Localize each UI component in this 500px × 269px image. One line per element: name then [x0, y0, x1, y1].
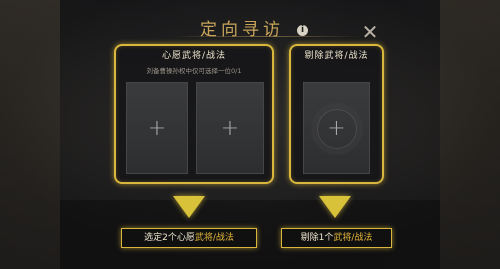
plus-icon: +: [147, 115, 167, 141]
wish-caption-highlight: 武将/战法: [194, 233, 234, 243]
exclude-caption: 剔除1个武将/战法: [281, 228, 392, 248]
exclude-caption-highlight: 武将/战法: [333, 233, 373, 243]
arrow-down-icon: [173, 196, 205, 218]
exclude-panel: 剔除武将/战法 +: [289, 44, 384, 184]
wish-slot-1[interactable]: +: [126, 82, 188, 174]
wish-caption: 选定2个心愿武将/战法: [121, 228, 257, 248]
wish-panel: 心愿武将/战法 刘备曹操孙权中仅可选择一位0/1 + +: [114, 44, 274, 184]
plus-icon: +: [220, 115, 240, 141]
background-left: [0, 0, 60, 269]
close-icon[interactable]: ✕: [360, 22, 380, 42]
background-right: [440, 0, 500, 269]
plus-icon: +: [327, 115, 346, 141]
dialog-title: 定向寻访: [200, 20, 284, 40]
arrow-down-icon: [319, 196, 351, 218]
wish-panel-subtitle: 刘备曹操孙权中仅可选择一位0/1: [146, 67, 242, 75]
exclude-panel-title: 剔除武将/战法: [304, 51, 369, 61]
wish-slot-2[interactable]: +: [196, 82, 264, 174]
wish-panel-title: 心愿武将/战法: [161, 51, 227, 61]
exclude-slot[interactable]: +: [303, 82, 370, 174]
wish-caption-text: 选定2个心愿: [144, 233, 195, 243]
exclude-caption-text: 剔除1个: [300, 233, 334, 243]
info-icon[interactable]: i: [297, 25, 308, 36]
title-divider: [172, 36, 362, 37]
